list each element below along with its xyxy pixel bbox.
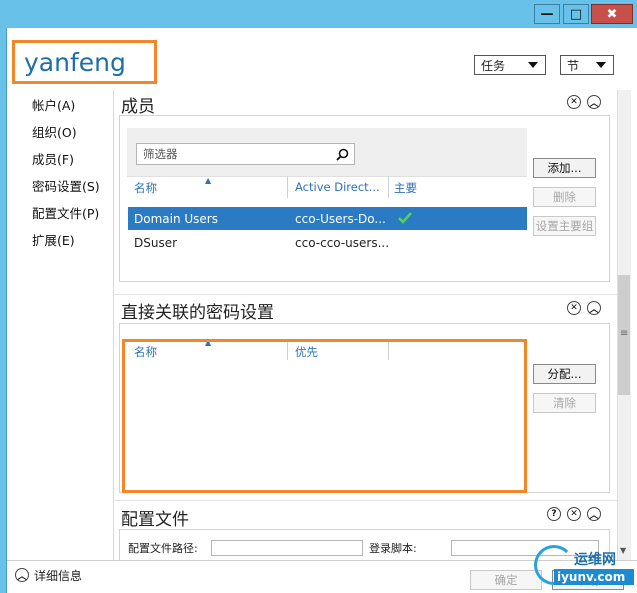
section-divider: [113, 500, 617, 501]
profile-title: 配置文件: [121, 510, 189, 530]
clear-button[interactable]: 清除: [533, 393, 596, 413]
sections-dropdown[interactable]: 节: [560, 55, 614, 75]
column-header-ad[interactable]: Active Direct...: [295, 180, 380, 194]
logon-script-label: 登录脚本:: [369, 542, 417, 555]
set-primary-group-button[interactable]: 设置主要组: [533, 216, 596, 236]
nav-item-account[interactable]: 帐户(A): [32, 95, 75, 114]
checkmark-icon: [398, 212, 412, 224]
close-icon: ✕: [570, 303, 578, 313]
column-separator: [388, 176, 389, 198]
search-icon: [336, 148, 349, 161]
add-member-button[interactable]: 添加...: [533, 158, 596, 178]
scroll-down-icon[interactable]: ▼: [620, 546, 626, 555]
chevron-up-icon: ︿: [589, 304, 599, 315]
filter-placeholder: 筛选器: [143, 147, 178, 161]
members-collapse-button[interactable]: ︿: [587, 95, 601, 109]
row-ad: cco-cco-users...: [295, 236, 390, 250]
row-ad: cco-Users-Do...: [295, 212, 386, 226]
details-label[interactable]: 详细信息: [34, 567, 82, 584]
minimize-icon: —: [540, 6, 554, 22]
password-list-highlight: [122, 339, 527, 493]
close-icon: ✕: [570, 97, 578, 107]
tasks-dropdown[interactable]: 任务: [474, 55, 546, 75]
help-icon: ?: [551, 509, 557, 519]
password-settings-title: 直接关联的密码设置: [121, 303, 274, 323]
password-collapse-button[interactable]: ︿: [587, 301, 601, 315]
dialog-body: [6, 28, 637, 593]
chevron-up-icon: ︿: [589, 98, 599, 109]
assign-button[interactable]: 分配...: [533, 364, 596, 384]
chevron-up-icon: ︿: [17, 571, 27, 582]
details-toggle-button[interactable]: ︿: [15, 568, 29, 582]
grip-icon: ≡: [620, 328, 629, 339]
sections-label: 节: [567, 58, 580, 73]
nav-item-extensions[interactable]: 扩展(E): [32, 230, 75, 249]
tasks-label: 任务: [481, 58, 506, 73]
password-close-button[interactable]: ✕: [567, 301, 581, 315]
nav-item-organization[interactable]: 组织(O): [32, 122, 77, 141]
watermark-url: iyunv.com: [554, 569, 634, 585]
sidebar-divider: [113, 90, 114, 560]
chevron-up-icon: ︿: [589, 510, 599, 521]
row-name: DSuser: [134, 236, 178, 250]
section-divider: [113, 294, 617, 295]
members-close-button[interactable]: ✕: [567, 95, 581, 109]
profile-help-button[interactable]: ?: [547, 507, 561, 521]
maximize-button[interactable]: □: [563, 4, 589, 24]
close-icon: ✖: [606, 6, 618, 22]
profile-path-input[interactable]: [211, 540, 363, 556]
members-filter-input[interactable]: 筛选器: [136, 143, 355, 165]
nav-item-password-settings[interactable]: 密码设置(S): [32, 176, 100, 195]
column-separator: [287, 176, 288, 198]
chevron-down-icon: [528, 62, 538, 68]
watermark-title: 运维网: [574, 552, 616, 568]
chevron-down-icon: [596, 62, 606, 68]
nav-item-members[interactable]: 成员(F): [32, 149, 74, 168]
profile-collapse-button[interactable]: ︿: [587, 507, 601, 521]
column-header-primary[interactable]: 主要: [394, 180, 417, 196]
remove-member-button[interactable]: 删除: [533, 187, 596, 207]
column-header-name[interactable]: 名称: [134, 180, 157, 196]
close-icon: ✕: [570, 509, 578, 519]
sort-ascending-icon: ▲: [205, 176, 212, 185]
close-button[interactable]: ✖: [591, 4, 633, 24]
profile-close-button[interactable]: ✕: [567, 507, 581, 521]
members-title: 成员: [121, 97, 155, 117]
minimize-button[interactable]: —: [534, 4, 560, 24]
page-title: yanfeng: [24, 48, 126, 77]
nav-item-profile[interactable]: 配置文件(P): [32, 203, 99, 222]
row-name: Domain Users: [134, 212, 218, 226]
profile-path-label: 配置文件路径:: [128, 542, 198, 555]
maximize-icon: □: [569, 6, 583, 22]
ok-button[interactable]: 确定: [470, 570, 542, 590]
